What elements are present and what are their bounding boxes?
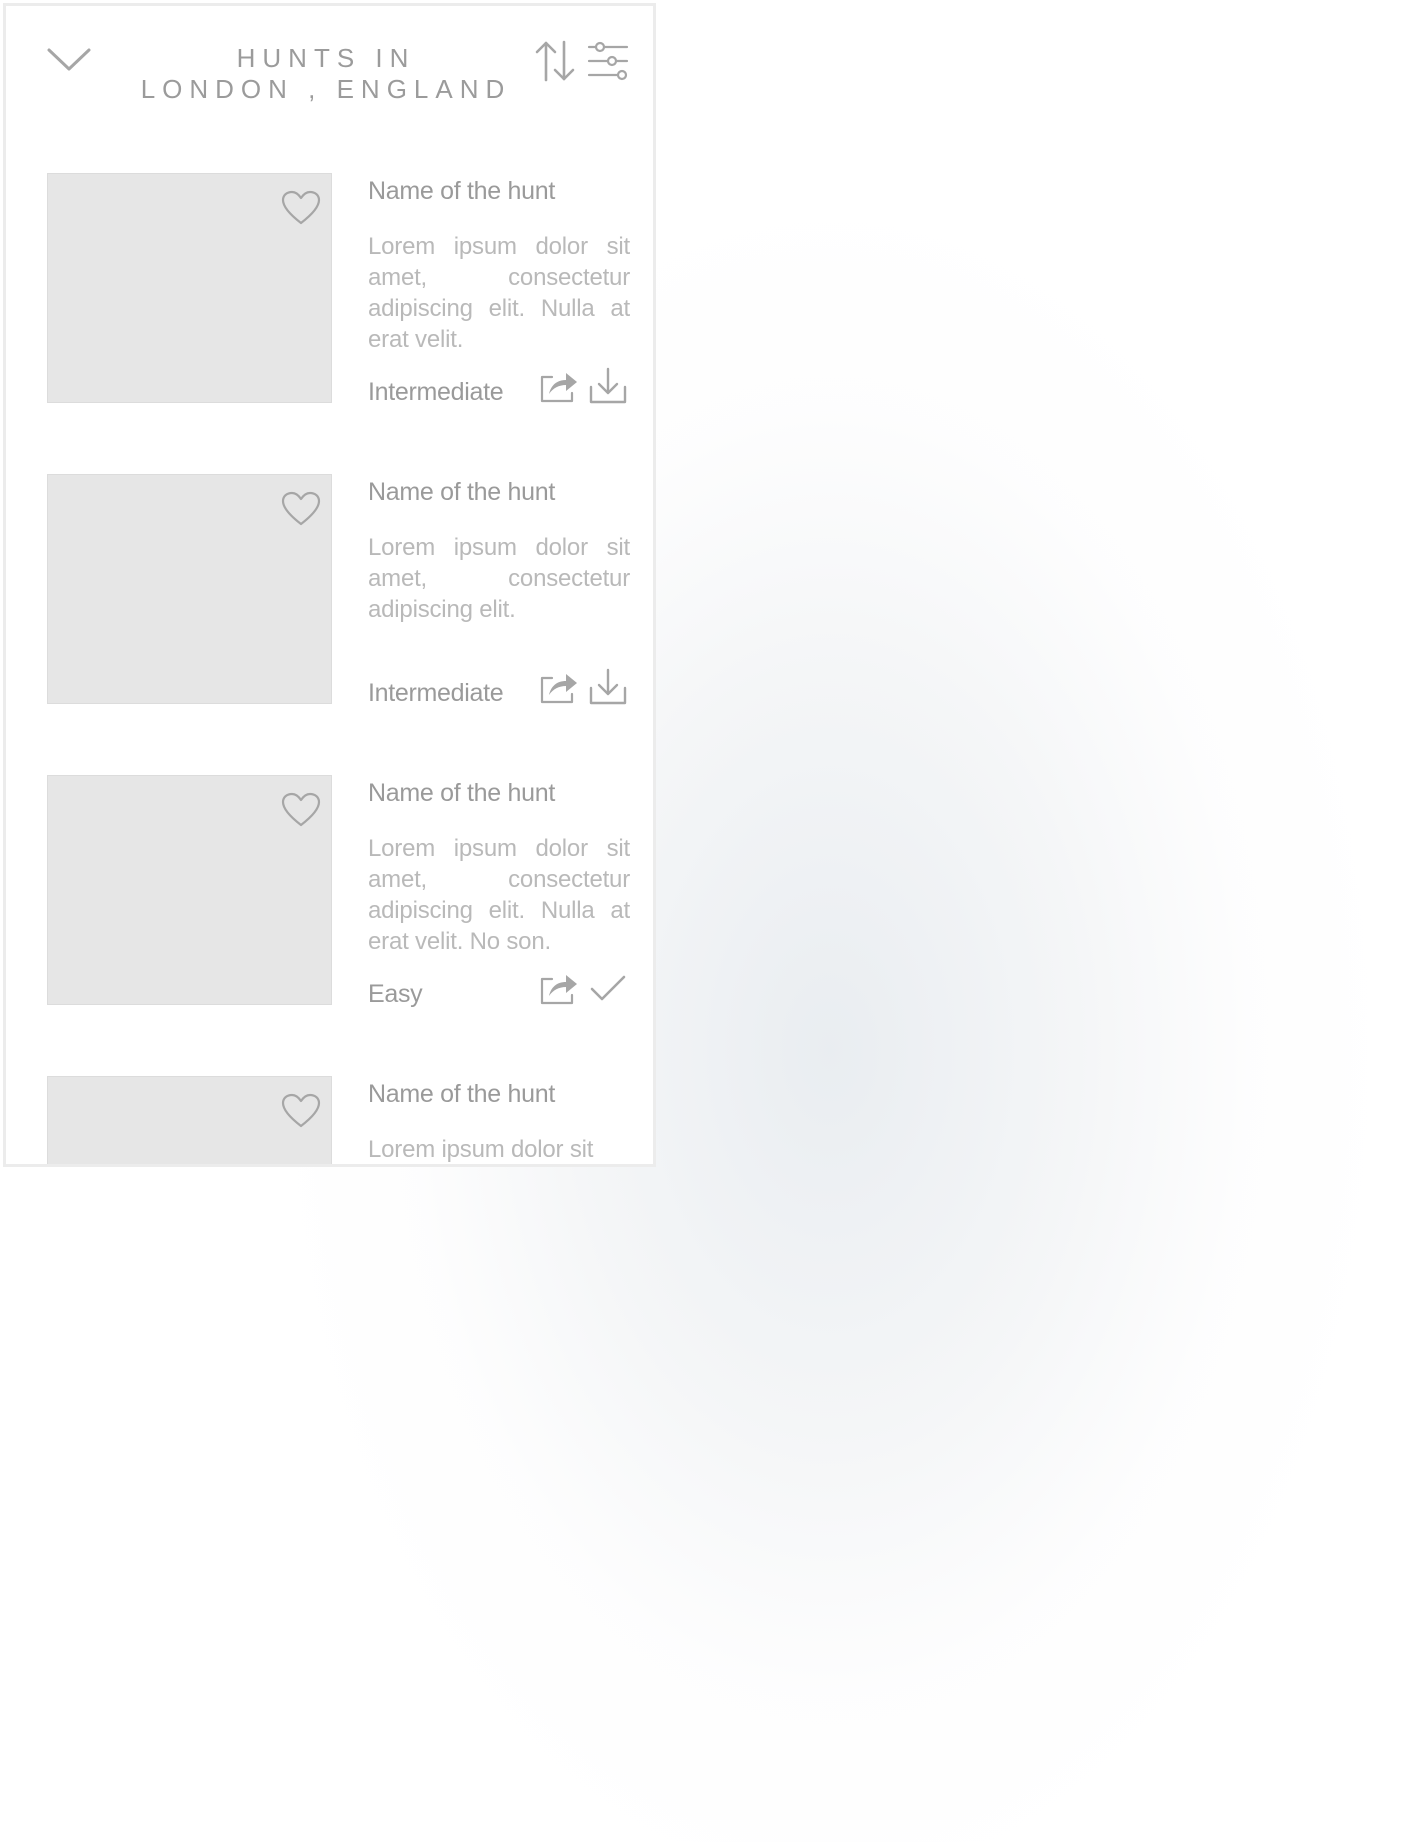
heart-icon[interactable]: [280, 189, 322, 227]
hunt-name: Name of the hunt: [368, 1080, 555, 1108]
difficulty-level: Intermediate: [368, 679, 504, 707]
hunt-name: Name of the hunt: [368, 177, 555, 205]
hunt-image-placeholder: [47, 474, 332, 704]
heart-icon[interactable]: [280, 1092, 322, 1130]
hunt-card[interactable]: Name of the hunt Lorem ipsum dolor sit a…: [6, 173, 653, 409]
hunt-description: Lorem ipsum dolor sit: [368, 1136, 594, 1163]
page-title-line-2: LONDON , ENGLAND: [140, 74, 512, 104]
hunt-card[interactable]: Name of the hunt Lorem ipsum dolor sit: [6, 1076, 653, 1164]
hunt-description: Lorem ipsum dolor sit amet, consectetur …: [368, 233, 630, 353]
hunt-image-placeholder: [47, 775, 332, 1005]
hunt-description: Lorem ipsum dolor sit amet, consectetur …: [368, 534, 630, 623]
share-icon[interactable]: [538, 970, 578, 1006]
hunts-list-screen: HUNTS IN LONDON , ENGLAND Name of the hu…: [3, 3, 656, 1167]
page-title-line-1: HUNTS IN: [236, 43, 416, 73]
hunt-description: Lorem ipsum dolor sit amet, consectetur …: [368, 835, 630, 955]
sort-icon[interactable]: [534, 39, 576, 83]
checkmark-icon[interactable]: [588, 969, 628, 1007]
difficulty-level: Easy: [368, 980, 423, 1008]
download-icon[interactable]: [588, 367, 628, 405]
hunt-name: Name of the hunt: [368, 779, 555, 807]
heart-icon[interactable]: [280, 791, 322, 829]
hunt-image-placeholder: [47, 173, 332, 403]
hunt-image-placeholder: [47, 1076, 332, 1164]
filter-sliders-icon[interactable]: [587, 41, 629, 81]
share-icon[interactable]: [538, 669, 578, 705]
hunt-card[interactable]: Name of the hunt Lorem ipsum dolor sit a…: [6, 775, 653, 1011]
difficulty-level: Intermediate: [368, 378, 504, 406]
heart-icon[interactable]: [280, 490, 322, 528]
hunt-name: Name of the hunt: [368, 478, 555, 506]
share-icon[interactable]: [538, 368, 578, 404]
header: HUNTS IN LONDON , ENGLAND: [6, 6, 653, 126]
hunt-card[interactable]: Name of the hunt Lorem ipsum dolor sit a…: [6, 474, 653, 710]
chevron-down-icon[interactable]: [46, 46, 92, 74]
download-icon[interactable]: [588, 668, 628, 706]
